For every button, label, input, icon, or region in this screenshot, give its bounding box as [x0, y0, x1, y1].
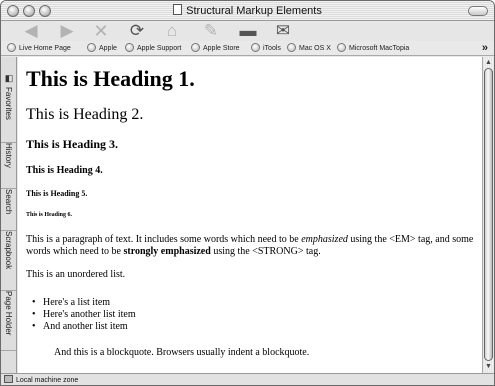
globe-icon — [191, 43, 200, 52]
toolbar: ◀ ▶ ✕ ⟳ ⌂ ✎ ▬ ✉ — [1, 21, 494, 41]
sidebar-tab-scrapbook[interactable]: Scrapbook — [1, 231, 16, 291]
globe-icon — [7, 43, 16, 52]
globe-icon — [287, 43, 296, 52]
favorite-apple[interactable]: Apple — [87, 43, 117, 54]
favorite-itools[interactable]: iTools — [251, 43, 281, 54]
heading-2: This is Heading 2. — [26, 106, 144, 123]
globe-icon — [251, 43, 260, 52]
sidebar-tab-page-holder[interactable]: Page Holder — [1, 291, 16, 351]
document-icon — [173, 4, 183, 15]
favorite-apple-support[interactable]: Apple Support — [125, 43, 181, 54]
globe-icon — [87, 43, 96, 52]
window-title: Structural Markup Elements — [1, 4, 494, 17]
explorer-sidebar: ◧ Favorites History Search Scrapbook Pag… — [1, 57, 17, 373]
unordered-list: Here's a list item Here's another list i… — [43, 297, 136, 333]
favorites-bar: Live Home Page Apple Apple Support Apple… — [1, 41, 494, 56]
paragraph: This is a paragraph of text. It includes… — [26, 234, 474, 257]
globe-icon — [125, 43, 134, 52]
forward-icon[interactable]: ▶ — [57, 22, 77, 40]
toolbar-toggle-button[interactable] — [468, 6, 488, 16]
scroll-thumb[interactable] — [484, 68, 493, 361]
home-icon[interactable]: ⌂ — [162, 22, 182, 40]
favorite-mac-os-x[interactable]: Mac OS X — [287, 43, 331, 54]
zone-icon — [4, 375, 13, 383]
sidebar-tab-search[interactable]: Search — [1, 189, 16, 231]
favorite-microsoft-mactopia[interactable]: Microsoft MacTopia — [337, 43, 409, 54]
zone-label: Local machine zone — [16, 377, 79, 384]
heading-5: This is Heading 5. — [26, 189, 88, 198]
heading-1: This is Heading 1. — [26, 66, 195, 91]
sidebar-toggle-icon[interactable]: ◧ — [4, 73, 14, 83]
page-content: This is Heading 1. This is Heading 2. Th… — [18, 57, 483, 373]
vertical-scrollbar[interactable]: ▲ ▼ — [482, 57, 494, 373]
sidebar-tab-history[interactable]: History — [1, 143, 16, 189]
window-title-text: Structural Markup Elements — [186, 5, 322, 17]
title-bar[interactable]: Structural Markup Elements — [1, 1, 494, 21]
heading-4: This is Heading 4. — [26, 165, 103, 176]
list-intro: This is an unordered list. — [26, 269, 126, 280]
mail-icon[interactable]: ✉ — [273, 22, 293, 40]
globe-icon — [337, 43, 346, 52]
favorite-apple-store[interactable]: Apple Store — [191, 43, 240, 54]
scroll-down-icon[interactable]: ▼ — [483, 362, 494, 372]
scroll-up-icon[interactable]: ▲ — [483, 58, 494, 68]
favorite-live-home-page[interactable]: Live Home Page — [7, 43, 71, 54]
emphasized-text: emphasized — [301, 234, 348, 245]
print-icon[interactable]: ▬ — [238, 22, 258, 40]
strong-text: strongly emphasized — [123, 246, 211, 257]
blockquote: And this is a blockquote. Browsers usual… — [54, 347, 310, 358]
refresh-icon[interactable]: ⟳ — [127, 22, 147, 40]
stop-icon[interactable]: ✕ — [91, 22, 111, 40]
heading-6: This is Heading 6. — [26, 212, 73, 218]
list-item: Here's a list item — [43, 297, 136, 309]
status-bar: Local machine zone — [1, 373, 494, 385]
list-item: Here's another list item — [43, 309, 136, 321]
back-icon[interactable]: ◀ — [21, 22, 41, 40]
list-item: And another list item — [43, 321, 136, 333]
autofill-icon[interactable]: ✎ — [201, 22, 221, 40]
sidebar-tab-favorites[interactable]: Favorites — [1, 87, 16, 143]
heading-3: This is Heading 3. — [26, 137, 119, 151]
browser-window: Structural Markup Elements ◀ ▶ ✕ ⟳ ⌂ ✎ ▬… — [0, 0, 495, 386]
more-favorites-button[interactable]: » — [482, 41, 488, 55]
